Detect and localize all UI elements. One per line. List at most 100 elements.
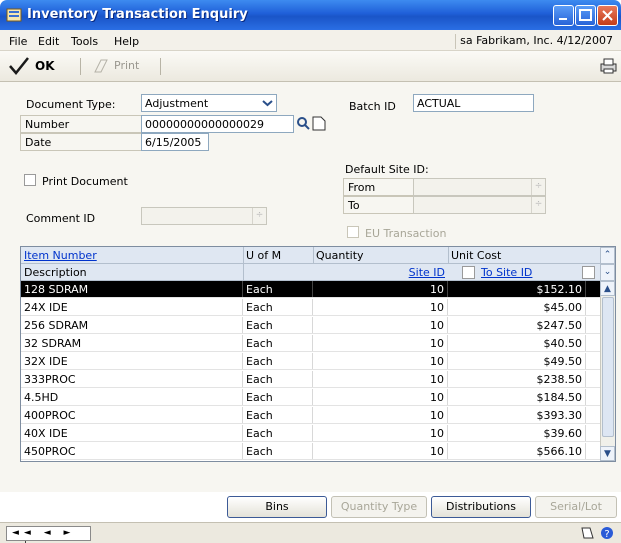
table-row[interactable]: 128 SDRAM Each 10 $152.10 (21, 281, 601, 298)
expand-rows-icon[interactable]: ⌄ (600, 264, 615, 281)
document-type-label: Document Type: (26, 98, 116, 111)
item-number-cell[interactable]: 40X IDE (21, 425, 243, 441)
lookup-icon[interactable] (296, 116, 311, 131)
checkmark-icon (9, 57, 29, 75)
item-number-cell[interactable]: 32 SDRAM (21, 335, 243, 351)
to-site-checkbox[interactable] (582, 266, 595, 279)
quantity-cell[interactable]: 10 (313, 281, 448, 297)
scroll-thumb[interactable] (602, 297, 614, 437)
maximize-button[interactable] (575, 5, 596, 26)
unit-cost-cell[interactable]: $40.50 (448, 335, 586, 351)
item-number-cell[interactable]: 333PROC (21, 371, 243, 387)
quantity-cell[interactable]: 10 (313, 317, 448, 333)
table-row[interactable]: 450PROC Each 10 $566.10 (21, 443, 601, 460)
spin-icon: ÷ (252, 208, 266, 224)
window-title: Inventory Transaction Enquiry (27, 7, 248, 22)
uom-cell[interactable]: Each (243, 299, 313, 315)
unit-cost-cell[interactable]: $45.00 (448, 299, 586, 315)
unit-cost-cell[interactable]: $247.50 (448, 317, 586, 333)
table-row[interactable]: 4.5HD Each 10 $184.50 (21, 389, 601, 406)
record-navigation[interactable]: ◄◄ ◄ ► ►| (6, 526, 91, 543)
table-row[interactable]: 24X IDE Each 10 $45.00 (21, 299, 601, 316)
note-icon[interactable] (580, 526, 594, 540)
uom-cell[interactable]: Each (243, 335, 313, 351)
quantity-type-button: Quantity Type (331, 496, 427, 518)
spin-icon: ÷ (531, 197, 545, 213)
table-row[interactable]: 256 SDRAM Each 10 $247.50 (21, 317, 601, 334)
minimize-button[interactable] (553, 5, 574, 26)
scroll-down-icon[interactable]: ▼ (600, 446, 615, 461)
quantity-cell[interactable]: 10 (313, 353, 448, 369)
svg-text:?: ? (604, 529, 609, 540)
ok-button[interactable]: OK (8, 56, 55, 76)
distributions-button[interactable]: Distributions (431, 496, 531, 518)
item-number-header[interactable]: Item Number (21, 247, 243, 264)
item-number-cell[interactable]: 450PROC (21, 443, 243, 459)
uom-cell[interactable]: Each (243, 407, 313, 423)
unit-cost-cell[interactable]: $393.30 (448, 407, 586, 423)
help-icon[interactable]: ? (600, 526, 614, 540)
unit-cost-cell[interactable]: $184.50 (448, 389, 586, 405)
row-checkbox[interactable] (462, 266, 475, 279)
column-divider (313, 247, 314, 264)
table-row[interactable]: 40X IDE Each 10 $39.60 (21, 425, 601, 442)
item-number-cell[interactable]: 32X IDE (21, 353, 243, 369)
quantity-cell[interactable]: 10 (313, 335, 448, 351)
table-row[interactable]: 32X IDE Each 10 $49.50 (21, 353, 601, 370)
uom-cell[interactable]: Each (243, 353, 313, 369)
bins-button[interactable]: Bins (227, 496, 327, 518)
note-icon[interactable] (312, 116, 326, 131)
table-row[interactable]: 400PROC Each 10 $393.30 (21, 407, 601, 424)
column-divider (448, 247, 449, 264)
item-number-cell[interactable]: 400PROC (21, 407, 243, 423)
print-document-checkbox[interactable] (24, 174, 36, 186)
scroll-up-icon[interactable]: ▲ (600, 281, 615, 296)
chevron-down-icon[interactable] (260, 96, 275, 110)
menu-edit[interactable]: Edit (38, 35, 59, 48)
batch-id-field[interactable]: ACTUAL (413, 94, 534, 112)
close-button[interactable] (597, 5, 618, 26)
unit-cost-cell[interactable]: $152.10 (448, 281, 586, 297)
item-number-cell[interactable]: 256 SDRAM (21, 317, 243, 333)
quantity-cell[interactable]: 10 (313, 443, 448, 459)
uom-cell[interactable]: Each (243, 443, 313, 459)
unit-cost-header: Unit Cost (451, 249, 502, 262)
to-site-id-header[interactable]: To Site ID (478, 264, 578, 281)
quantity-cell[interactable]: 10 (313, 371, 448, 387)
title-bar: Inventory Transaction Enquiry (0, 0, 621, 30)
uom-cell[interactable]: Each (243, 281, 313, 297)
quantity-cell[interactable]: 10 (313, 425, 448, 441)
menu-file[interactable]: File (9, 35, 27, 48)
item-number-cell[interactable]: 24X IDE (21, 299, 243, 315)
date-field[interactable]: 6/15/2005 (141, 133, 209, 151)
print-button[interactable]: Print (92, 56, 139, 76)
uom-header: U of M (246, 249, 282, 262)
unit-cost-cell[interactable]: $238.50 (448, 371, 586, 387)
quantity-cell[interactable]: 10 (313, 389, 448, 405)
uom-cell[interactable]: Each (243, 389, 313, 405)
item-number-cell[interactable]: 128 SDRAM (21, 281, 243, 297)
quantity-cell[interactable]: 10 (313, 407, 448, 423)
number-field[interactable]: 00000000000000029 (141, 115, 294, 133)
menu-help[interactable]: Help (114, 35, 139, 48)
menu-tools[interactable]: Tools (71, 35, 98, 48)
collapse-rows-icon[interactable]: ⌃ (600, 247, 615, 264)
description-header: Description (24, 266, 87, 279)
table-row[interactable]: 32 SDRAM Each 10 $40.50 (21, 335, 601, 352)
uom-cell[interactable]: Each (243, 425, 313, 441)
site-id-header[interactable]: Site ID (313, 264, 448, 281)
item-number-cell[interactable]: 4.5HD (21, 389, 243, 405)
quantity-cell[interactable]: 10 (313, 299, 448, 315)
document-type-select[interactable]: Adjustment (141, 94, 277, 112)
unit-cost-cell[interactable]: $39.60 (448, 425, 586, 441)
maximize-icon (579, 9, 592, 21)
printer-icon[interactable] (600, 58, 617, 74)
column-divider (243, 247, 244, 281)
print-document-label: Print Document (42, 175, 128, 188)
uom-cell[interactable]: Each (243, 371, 313, 387)
grid-scrollbar[interactable]: ▲ ▼ (600, 281, 615, 461)
table-row[interactable]: 333PROC Each 10 $238.50 (21, 371, 601, 388)
uom-cell[interactable]: Each (243, 317, 313, 333)
unit-cost-cell[interactable]: $566.10 (448, 443, 586, 459)
unit-cost-cell[interactable]: $49.50 (448, 353, 586, 369)
